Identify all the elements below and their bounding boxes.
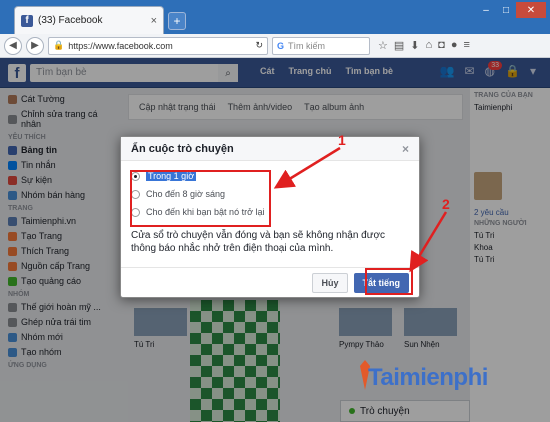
cancel-button[interactable]: Hủy [312, 272, 348, 293]
search-placeholder: Tìm kiếm [288, 40, 326, 51]
back-icon[interactable]: ◀ [4, 36, 22, 55]
annotation-number-2: 2 [442, 196, 450, 212]
dialog-title: Ẩn cuộc trò chuyện [131, 142, 234, 155]
browser-search-input[interactable]: G Tìm kiếm [272, 36, 370, 55]
download-icon[interactable]: ⬇ [410, 39, 419, 52]
forward-icon[interactable]: ▶ [26, 36, 44, 55]
window-controls: – □ ✕ [476, 2, 546, 18]
dialog-header: Ẩn cuộc trò chuyện × [121, 137, 419, 161]
browser-tabbar: f (33) Facebook × + – □ ✕ [0, 0, 550, 34]
reading-list-icon[interactable]: ▤ [394, 39, 404, 52]
google-g-icon: G [277, 40, 285, 51]
home-icon[interactable]: ⌂ [426, 39, 433, 52]
address-bar[interactable]: 🔒 https://www.facebook.com ↻ [48, 36, 268, 55]
browser-toolbar-icons: ☆ ▤ ⬇ ⌂ ◘ ● ≡ [378, 39, 470, 52]
tab-close-icon[interactable]: × [151, 15, 157, 27]
close-icon[interactable]: × [402, 142, 409, 156]
tab-title: (33) Facebook [38, 15, 103, 26]
extension-icon[interactable]: ● [451, 39, 458, 52]
url-text: https://www.facebook.com [68, 40, 173, 51]
facebook-favicon-icon: f [21, 14, 33, 27]
annotation-number-1: 1 [338, 132, 346, 148]
reload-icon[interactable]: ↻ [255, 40, 263, 51]
menu-icon[interactable]: ≡ [463, 39, 469, 52]
annotation-box-mute-button [365, 268, 413, 295]
annotation-box-options [130, 170, 271, 227]
minimize-icon[interactable]: – [476, 2, 496, 18]
maximize-icon[interactable]: □ [496, 2, 516, 18]
bookmark-star-icon[interactable]: ☆ [378, 39, 388, 52]
dialog-message: Cửa sổ trò chuyện vẫn đóng và bạn sẽ khô… [131, 230, 385, 254]
window-close-icon[interactable]: ✕ [516, 2, 546, 18]
browser-tab[interactable]: f (33) Facebook × [14, 6, 164, 34]
browser-navbar: ◀ ▶ 🔒 https://www.facebook.com ↻ G Tìm k… [0, 34, 550, 58]
watermark: Taimienphi [368, 364, 488, 391]
new-tab-button[interactable]: + [168, 12, 186, 30]
pocket-icon[interactable]: ◘ [438, 39, 445, 52]
lock-icon: 🔒 [53, 40, 65, 50]
